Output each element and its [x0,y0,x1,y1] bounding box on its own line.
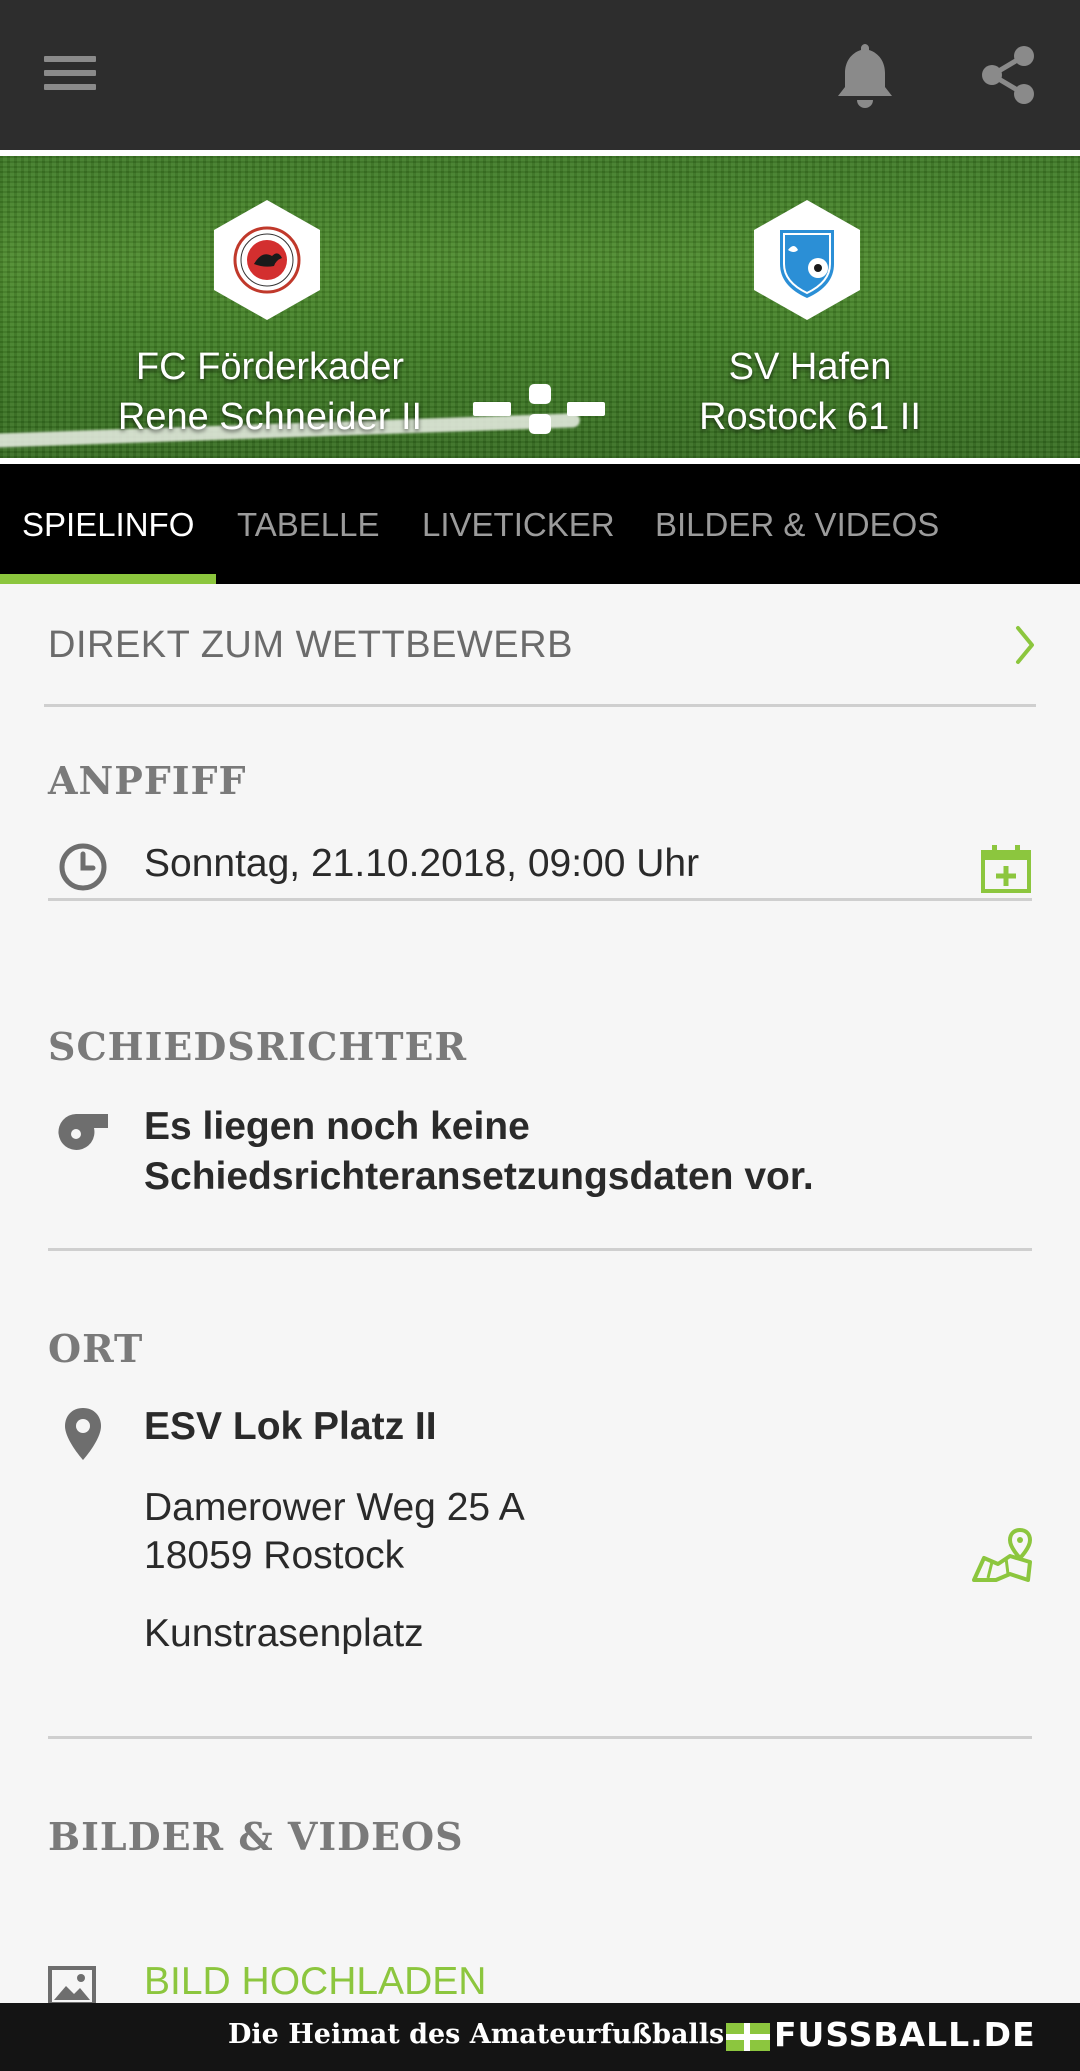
away-team-name-line1: SV Hafen [728,346,892,388]
venue-street: Damerower Weg 25 A [144,1486,525,1529]
footer-logo-text: FUSSBALL.DE [774,2015,1036,2054]
home-team-crest [210,198,324,322]
competition-link[interactable]: DIREKT ZUM WETTBEWERB [0,584,1080,708]
kickoff-title: ANPFIFF [48,758,247,803]
bell-icon[interactable] [826,38,904,112]
active-tab-indicator [0,574,216,584]
chevron-right-icon [1010,620,1040,670]
referee-message-line1: Es liegen noch keine [144,1105,530,1148]
venue-city: 18059 Rostock [144,1534,405,1577]
venue-address: Damerower Weg 25 A 18059 Rostock [144,1484,525,1580]
map-route-icon[interactable] [970,1527,1034,1584]
kickoff-datetime: Sonntag, 21.10.2018, 09:00 Uhr [144,842,700,885]
app-bar [0,0,1080,150]
referee-message-line2: Schiedsrichteransetzungsdaten vor. [144,1155,814,1198]
divider [44,704,1036,707]
footer-banner: Die Heimat des Amateurfußballs FUSSBALL.… [0,2003,1080,2071]
share-icon[interactable] [972,40,1044,110]
map-pin-icon [62,1406,104,1462]
tab-bar: SPIELINFO TABELLE LIVETICKER BILDER & VI… [0,464,1080,584]
clock-icon [58,842,108,892]
upload-image-label: BILD HOCHLADEN [144,1960,487,2003]
home-team-name-line2: Rene Schneider II [117,396,423,438]
calendar-add-icon[interactable] [980,844,1032,894]
venue-name: ESV Lok Platz II [144,1405,437,1448]
tab-tabelle[interactable]: TABELLE [237,464,379,584]
whistle-icon [56,1106,110,1156]
score-placeholder [470,380,610,440]
divider [48,1248,1032,1251]
referee-title: SCHIEDSRICHTER [48,1024,468,1069]
fussball-de-logo-icon [726,2023,770,2051]
divider [48,898,1032,901]
image-icon [48,1966,96,2006]
footer-tagline: Die Heimat des Amateurfußballs [228,2019,725,2050]
tab-liveticker[interactable]: LIVETICKER [422,464,615,584]
away-team-crest [750,198,864,322]
divider [48,1736,1032,1739]
venue-surface: Kunstrasenplatz [144,1612,424,1655]
away-team-name-line2: Rostock 61 II [699,396,921,438]
referee-message: Es liegen noch keine Schiedsrichteranset… [144,1102,814,1202]
location-title: ORT [48,1326,144,1371]
away-team[interactable]: SV Hafen Rostock 61 II [600,156,1020,458]
match-header: FC Förderkader Rene Schneider II SV Hafe… [0,156,1080,458]
competition-link-label: DIREKT ZUM WETTBEWERB [48,624,573,666]
media-title: BILDER & VIDEOS [48,1814,464,1859]
home-team[interactable]: FC Förderkader Rene Schneider II [60,156,480,458]
home-team-name-line1: FC Förderkader [135,346,405,388]
tab-spielinfo[interactable]: SPIELINFO [22,464,194,584]
tab-bilder-videos[interactable]: BILDER & VIDEOS [655,464,939,584]
hamburger-menu-icon[interactable] [40,50,104,98]
